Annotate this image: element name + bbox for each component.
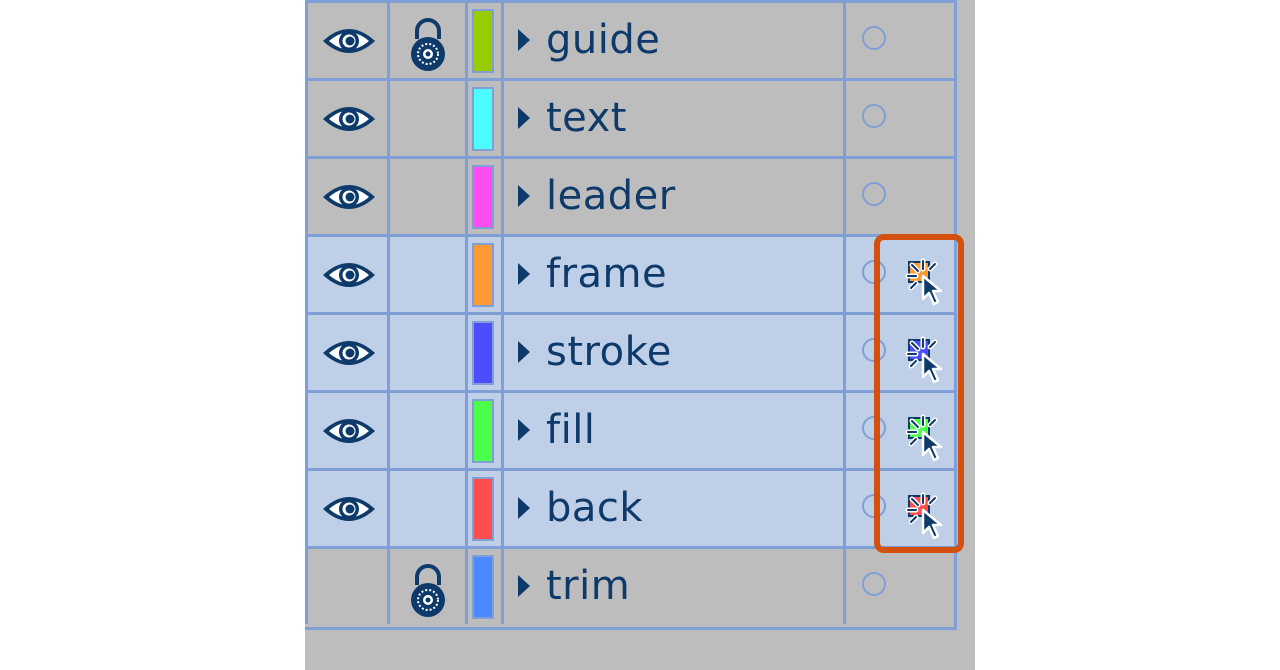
visibility-toggle[interactable] bbox=[305, 3, 387, 78]
layer-color-swatch bbox=[472, 321, 494, 385]
layer-color-swatch bbox=[472, 87, 494, 151]
layer-color-cell bbox=[465, 237, 501, 312]
disclosure-triangle-icon[interactable] bbox=[518, 185, 530, 207]
lock-toggle[interactable] bbox=[387, 471, 465, 546]
disclosure-triangle-icon[interactable] bbox=[518, 419, 530, 441]
visibility-toggle[interactable] bbox=[305, 159, 387, 234]
target-circle-icon[interactable] bbox=[862, 104, 886, 128]
disclosure-triangle-icon[interactable] bbox=[518, 341, 530, 363]
layer-name-cell[interactable]: leader bbox=[501, 159, 843, 234]
lock-toggle[interactable] bbox=[387, 393, 465, 468]
visibility-toggle[interactable] bbox=[305, 549, 387, 624]
layer-color-swatch bbox=[472, 555, 494, 619]
disclosure-triangle-icon[interactable] bbox=[518, 263, 530, 285]
eye-icon[interactable] bbox=[320, 335, 378, 375]
target-cell[interactable] bbox=[843, 159, 957, 234]
layer-name-cell[interactable]: fill bbox=[501, 393, 843, 468]
visibility-toggle[interactable] bbox=[305, 237, 387, 312]
target-circle-icon[interactable] bbox=[862, 182, 886, 206]
visibility-toggle[interactable] bbox=[305, 393, 387, 468]
layer-name-cell[interactable]: trim bbox=[501, 549, 843, 624]
eye-icon[interactable] bbox=[320, 413, 378, 453]
eye-icon[interactable] bbox=[320, 23, 378, 63]
layer-row-back[interactable]: back bbox=[305, 468, 957, 546]
disclosure-triangle-icon[interactable] bbox=[518, 29, 530, 51]
layer-row-trim[interactable]: trim bbox=[305, 546, 957, 624]
lock-toggle[interactable] bbox=[387, 237, 465, 312]
visibility-toggle[interactable] bbox=[305, 81, 387, 156]
layer-color-cell bbox=[465, 3, 501, 78]
layer-row-leader[interactable]: leader bbox=[305, 156, 957, 234]
layer-name-cell[interactable]: back bbox=[501, 471, 843, 546]
layer-name-cell[interactable]: stroke bbox=[501, 315, 843, 390]
eye-icon[interactable] bbox=[320, 257, 378, 297]
layer-name: leader bbox=[546, 173, 676, 219]
disclosure-triangle-icon[interactable] bbox=[518, 575, 530, 597]
layer-name: fill bbox=[546, 407, 596, 453]
layer-color-cell bbox=[465, 393, 501, 468]
target-cell[interactable] bbox=[843, 549, 957, 624]
layer-row-fill[interactable]: fill bbox=[305, 390, 957, 468]
layer-color-cell bbox=[465, 549, 501, 624]
lock-toggle[interactable] bbox=[387, 549, 465, 624]
selection-indicators-highlight bbox=[874, 234, 964, 553]
layer-name: text bbox=[546, 95, 627, 141]
disclosure-triangle-icon[interactable] bbox=[518, 107, 530, 129]
visibility-toggle[interactable] bbox=[305, 471, 387, 546]
layer-color-cell bbox=[465, 81, 501, 156]
layer-color-swatch bbox=[472, 9, 494, 73]
lock-toggle[interactable] bbox=[387, 81, 465, 156]
padlock-icon[interactable] bbox=[408, 563, 448, 621]
layer-color-swatch bbox=[472, 165, 494, 229]
layer-name-cell[interactable]: frame bbox=[501, 237, 843, 312]
layer-row-text[interactable]: text bbox=[305, 78, 957, 156]
layer-name-cell[interactable]: guide bbox=[501, 3, 843, 78]
lock-toggle[interactable] bbox=[387, 159, 465, 234]
disclosure-triangle-icon[interactable] bbox=[518, 497, 530, 519]
layer-color-swatch bbox=[472, 243, 494, 307]
layer-name: back bbox=[546, 485, 644, 531]
layer-name-cell[interactable]: text bbox=[501, 81, 843, 156]
layer-color-cell bbox=[465, 471, 501, 546]
target-circle-icon[interactable] bbox=[862, 26, 886, 50]
target-circle-icon[interactable] bbox=[862, 572, 886, 596]
lock-toggle[interactable] bbox=[387, 3, 465, 78]
layers-panel-footer bbox=[305, 627, 957, 670]
eye-icon[interactable] bbox=[320, 491, 378, 531]
layer-color-swatch bbox=[472, 477, 494, 541]
layer-name: frame bbox=[546, 251, 668, 297]
layer-name: trim bbox=[546, 563, 631, 609]
layer-row-guide[interactable]: guide bbox=[305, 0, 957, 78]
eye-icon[interactable] bbox=[320, 179, 378, 219]
target-cell[interactable] bbox=[843, 81, 957, 156]
layer-row-frame[interactable]: frame bbox=[305, 234, 957, 312]
visibility-toggle[interactable] bbox=[305, 315, 387, 390]
layers-list: guide text leader frame stroke fill back… bbox=[305, 0, 957, 670]
layer-name: stroke bbox=[546, 329, 672, 375]
target-cell[interactable] bbox=[843, 3, 957, 78]
layer-name: guide bbox=[546, 17, 661, 63]
layer-color-cell bbox=[465, 315, 501, 390]
lock-toggle[interactable] bbox=[387, 315, 465, 390]
layer-color-cell bbox=[465, 159, 501, 234]
layer-row-stroke[interactable]: stroke bbox=[305, 312, 957, 390]
padlock-icon[interactable] bbox=[408, 17, 448, 75]
layer-color-swatch bbox=[472, 399, 494, 463]
eye-icon[interactable] bbox=[320, 101, 378, 141]
